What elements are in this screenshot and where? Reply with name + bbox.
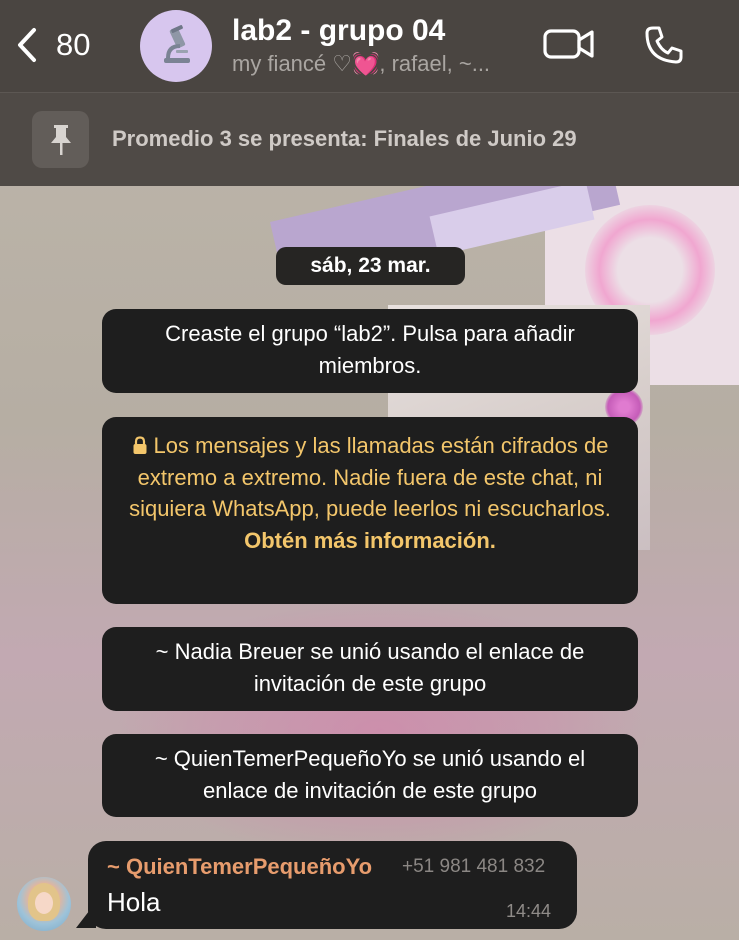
chat-header: 80 lab2 - grupo 04 my fiancé ♡💓, rafael,…	[0, 0, 739, 92]
system-message-group-created[interactable]: Creaste el grupo “lab2”. Pulsa para añad…	[102, 309, 638, 393]
group-title[interactable]: lab2 - grupo 04	[232, 14, 445, 48]
phone-call-icon[interactable]	[643, 24, 685, 66]
pin-icon	[50, 124, 71, 155]
group-avatar[interactable]	[140, 10, 212, 82]
pinned-message-bar[interactable]: Promedio 3 se presenta: Finales de Junio…	[0, 92, 739, 186]
message-bubble[interactable]: ~ QuienTemerPequeñoYo +51 981 481 832 Ho…	[88, 841, 577, 929]
system-message-member-joined: ~ QuienTemerPequeñoYo se unió usando el …	[102, 734, 638, 817]
sender-phone: +51 981 481 832	[402, 856, 546, 877]
back-button[interactable]: 80	[14, 26, 90, 64]
group-members-subtitle[interactable]: my fiancé ♡💓, rafael, ~...	[232, 51, 490, 77]
lock-icon	[133, 436, 147, 454]
date-separator: sáb, 23 mar.	[276, 247, 465, 285]
pin-icon-box	[32, 111, 89, 168]
encryption-text: Los mensajes y las llamadas están cifrad…	[129, 433, 611, 521]
video-call-icon[interactable]	[542, 26, 596, 62]
message-time: 14:44	[506, 901, 552, 921]
pinned-message-text: Promedio 3 se presenta: Finales de Junio…	[112, 126, 577, 151]
message-text: Hola	[107, 887, 161, 917]
sender-name[interactable]: ~ QuienTemerPequeñoYo	[107, 854, 372, 880]
system-message-member-joined: ~ Nadia Breuer se unió usando el enlace …	[102, 627, 638, 711]
chevron-left-icon	[18, 28, 36, 62]
encryption-notice[interactable]: Los mensajes y las llamadas están cifrad…	[102, 417, 638, 604]
microscope-icon	[164, 24, 190, 63]
learn-more-link[interactable]: Obtén más información.	[244, 528, 496, 553]
unread-count: 80	[56, 27, 91, 62]
sender-avatar[interactable]	[17, 877, 71, 931]
